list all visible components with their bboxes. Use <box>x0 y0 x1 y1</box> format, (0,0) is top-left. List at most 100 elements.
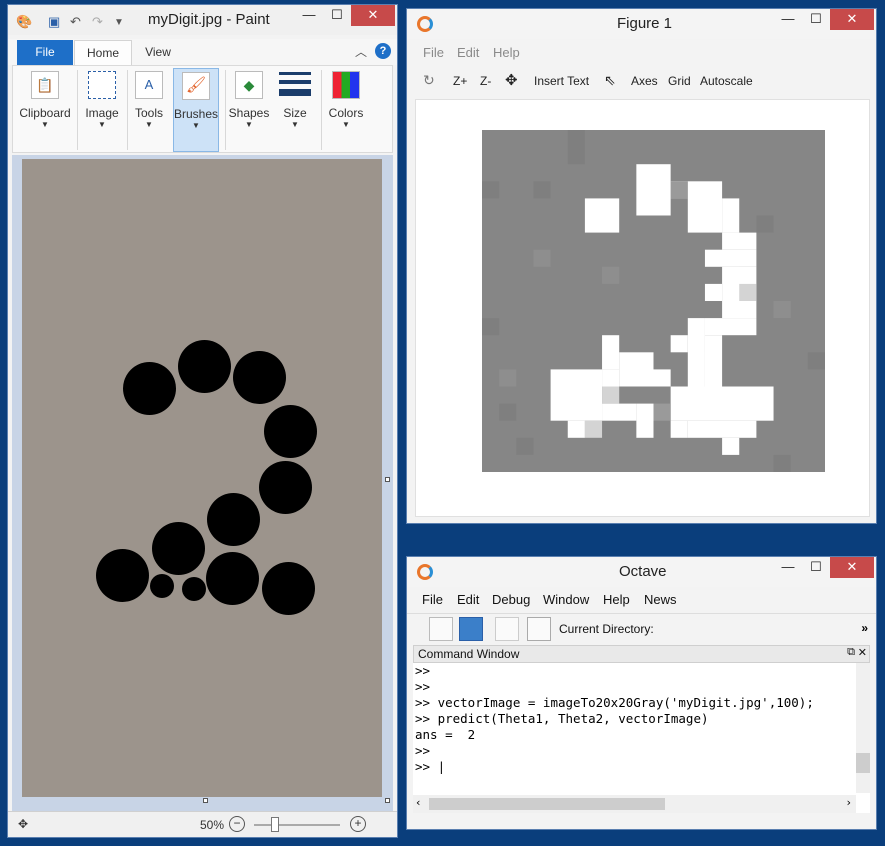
maximize-button[interactable]: ☐ <box>323 5 351 26</box>
console-line: >> <box>415 663 431 678</box>
ribbon: 📋 Clipboard ▼ Image ▼ A Tools ▼ 🖌 Brushe… <box>12 65 393 153</box>
minimize-button[interactable]: — <box>774 9 802 30</box>
open-folder-icon[interactable] <box>459 617 483 641</box>
scroll-right-icon[interactable]: › <box>845 796 852 809</box>
menu-edit[interactable]: Edit <box>457 592 479 607</box>
axes-button[interactable]: Axes <box>631 74 658 88</box>
vertical-scroll-thumb[interactable] <box>856 753 870 773</box>
figure-titlebar[interactable]: Figure 1 — ☐ ✕ <box>407 9 876 39</box>
pixel <box>653 369 671 387</box>
paint-app-icon[interactable]: 🎨 <box>16 14 32 30</box>
grayscale-digit-image <box>482 130 825 472</box>
figure-plot-area[interactable] <box>415 99 870 517</box>
menu-file[interactable]: File <box>423 45 444 60</box>
scroll-left-icon[interactable]: ‹ <box>415 796 422 809</box>
size-button[interactable]: Size ▼ <box>273 68 317 152</box>
menu-debug[interactable]: Debug <box>492 592 530 607</box>
figure-window: Figure 1 — ☐ ✕ File Edit Help ↻ Z+ Z- ✥ … <box>406 8 877 524</box>
close-button[interactable]: ✕ <box>351 5 395 26</box>
brushes-button[interactable]: 🖌 Brushes ▼ <box>173 68 219 152</box>
pan-icon[interactable]: ✥ <box>505 71 518 89</box>
close-button[interactable]: ✕ <box>830 9 874 30</box>
zoom-in-button[interactable]: Z+ <box>453 74 467 88</box>
paint-statusbar: ✥ 50% − + <box>8 811 397 837</box>
menu-help[interactable]: Help <box>603 592 630 607</box>
menu-news[interactable]: News <box>644 592 677 607</box>
maximize-button[interactable]: ☐ <box>802 557 830 578</box>
pixel <box>567 130 585 165</box>
clipboard-button[interactable]: 📋 Clipboard ▼ <box>15 68 75 152</box>
select-pointer-icon[interactable]: ⇖ <box>604 72 616 89</box>
paste-icon[interactable] <box>527 617 551 641</box>
octave-toolbar: Current Directory: » <box>407 613 876 643</box>
zoom-out-button[interactable]: Z- <box>480 74 491 88</box>
menu-edit[interactable]: Edit <box>457 45 479 60</box>
insert-text-button[interactable]: Insert Text <box>534 74 589 88</box>
digit-photo[interactable] <box>22 159 382 797</box>
pixel <box>687 181 723 216</box>
octave-titlebar[interactable]: Octave — ☐ ✕ <box>407 557 876 587</box>
zoom-slider-track[interactable] <box>254 824 340 826</box>
autoscale-button[interactable]: Autoscale <box>700 74 753 88</box>
menu-file[interactable]: File <box>422 592 443 607</box>
colors-button[interactable]: Colors ▼ <box>325 68 367 152</box>
tab-file[interactable]: File <box>17 40 73 65</box>
redo-icon[interactable]: ↷ <box>92 14 103 30</box>
chevron-down-icon: ▼ <box>145 120 153 129</box>
help-icon[interactable]: ? <box>375 43 391 59</box>
resize-handle-corner[interactable] <box>385 798 390 803</box>
pixel <box>550 369 603 421</box>
zoom-minus-icon[interactable]: − <box>229 816 245 832</box>
pixel <box>773 454 791 472</box>
tools-button[interactable]: A Tools ▼ <box>129 68 169 152</box>
resize-handle-bottom[interactable] <box>203 798 208 803</box>
pixel <box>533 181 551 199</box>
pixel <box>739 283 757 301</box>
pixel <box>533 249 551 267</box>
menu-help[interactable]: Help <box>493 45 520 60</box>
minimize-button[interactable]: — <box>295 5 323 26</box>
undo-icon[interactable]: ↶ <box>70 14 81 30</box>
copy-icon[interactable] <box>495 617 519 641</box>
new-file-icon[interactable] <box>429 617 453 641</box>
vertical-scrollbar[interactable] <box>856 663 870 793</box>
paint-titlebar[interactable]: 🎨 ▣ ↶ ↷ ▼ myDigit.jpg - Paint — ☐ ✕ <box>8 5 397 35</box>
grid-button[interactable]: Grid <box>668 74 691 88</box>
quick-access-dropdown-icon[interactable]: ▼ <box>114 17 124 28</box>
tab-home[interactable]: Home <box>74 40 132 65</box>
zoom-plus-icon[interactable]: + <box>350 816 366 832</box>
menu-window[interactable]: Window <box>543 592 589 607</box>
line-size-icon <box>279 72 311 96</box>
undock-icon[interactable]: ⧉ <box>847 646 855 659</box>
pixel <box>670 386 774 421</box>
resize-handle-right[interactable] <box>385 477 390 482</box>
pixel <box>482 181 500 199</box>
octave-icon <box>417 564 433 580</box>
pixel <box>670 335 688 353</box>
horizontal-scrollbar[interactable]: ‹ › <box>413 795 856 813</box>
tab-view[interactable]: View <box>132 40 184 65</box>
shapes-button[interactable]: ◆ Shapes ▼ <box>227 68 271 152</box>
chevron-down-icon: ▼ <box>192 121 200 130</box>
close-button[interactable]: ✕ <box>830 557 874 578</box>
console-line: >> predict(Theta1, Theta2, vectorImage) <box>415 711 709 726</box>
save-icon[interactable]: ▣ <box>48 14 60 30</box>
pixel <box>670 181 688 199</box>
console-prompt[interactable]: >> | <box>415 759 445 774</box>
maximize-button[interactable]: ☐ <box>802 9 830 30</box>
pixel <box>722 198 740 233</box>
image-button[interactable]: Image ▼ <box>79 68 125 152</box>
shapes-icon: ◆ <box>235 71 263 99</box>
zoom-slider-thumb[interactable] <box>271 817 279 832</box>
pixel <box>602 266 620 284</box>
minimize-button[interactable]: — <box>774 557 802 578</box>
clipboard-icon: 📋 <box>31 71 59 99</box>
rotate-icon[interactable]: ↻ <box>423 72 435 89</box>
toolbar-overflow-icon[interactable]: » <box>861 621 868 635</box>
pixel <box>567 420 585 438</box>
collapse-ribbon-icon[interactable]: ︿ <box>355 43 367 60</box>
pixel <box>499 369 517 387</box>
close-panel-icon[interactable]: ✕ <box>858 646 867 659</box>
horizontal-scroll-thumb[interactable] <box>429 798 665 810</box>
command-window[interactable]: >> >> >> vectorImage = imageTo20x20Gray(… <box>413 663 870 813</box>
